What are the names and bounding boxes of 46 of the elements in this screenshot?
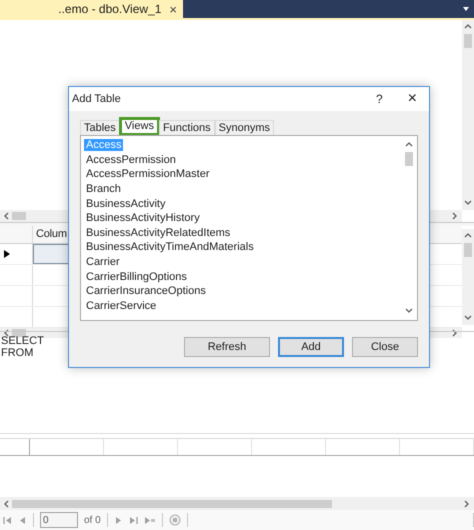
tab[interactable]: Synonyms xyxy=(214,120,274,135)
last-record-icon[interactable] xyxy=(128,516,138,525)
dialog-button[interactable]: Add xyxy=(278,337,344,357)
row-pointer-icon xyxy=(4,250,10,258)
tab[interactable]: Functions xyxy=(158,120,215,135)
list-item[interactable]: BusinessActivityRelatedItems xyxy=(84,226,232,239)
previous-record-icon[interactable] xyxy=(18,516,27,525)
list-item[interactable]: CarrierBillingOptions xyxy=(84,270,189,283)
list-item[interactable]: BusinessActivity xyxy=(84,198,168,210)
scrollbar-thumb[interactable] xyxy=(12,212,26,220)
dialog-button[interactable]: Close xyxy=(352,337,418,357)
sql-text[interactable]: SELECT xyxy=(1,334,44,346)
record-count: of 0 xyxy=(84,514,101,526)
sql-text[interactable]: FROM xyxy=(1,346,34,358)
tab[interactable]: Tables xyxy=(80,120,120,135)
scrollbar-thumb[interactable] xyxy=(405,152,413,166)
list-item[interactable]: BusinessActivityHistory xyxy=(84,212,202,224)
horizontal-scrollbar[interactable] xyxy=(0,497,474,510)
list-item[interactable]: Branch xyxy=(84,183,123,196)
dialog-title: Add Table xyxy=(72,93,122,105)
scroll-down-icon[interactable] xyxy=(463,198,473,208)
tab[interactable]: Views xyxy=(120,118,159,135)
dropdown-icon[interactable] xyxy=(462,6,470,12)
list-item[interactable]: CarrierService xyxy=(84,300,158,312)
list-item[interactable]: AccessPermission xyxy=(84,154,178,166)
close-icon[interactable]: × xyxy=(169,2,177,16)
close-button[interactable]: × xyxy=(408,90,417,108)
scrollbar-thumb[interactable] xyxy=(464,242,472,256)
list-item[interactable]: CarrierInsuranceOptions xyxy=(84,285,208,298)
stop-icon[interactable] xyxy=(168,514,181,526)
scroll-down-icon[interactable] xyxy=(463,312,473,322)
help-button[interactable]: ? xyxy=(376,92,383,106)
dialog-button[interactable]: Refresh xyxy=(184,337,270,357)
first-record-icon[interactable] xyxy=(3,516,12,525)
scrollbar-thumb[interactable] xyxy=(12,500,332,508)
list-item[interactable]: AccessPermissionMaster xyxy=(84,168,212,180)
list-item[interactable]: BusinessActivityTimeAndMaterials xyxy=(84,241,256,254)
list-item[interactable]: Carrier xyxy=(84,256,122,268)
next-record-icon[interactable] xyxy=(114,516,123,525)
vertical-scrollbar[interactable] xyxy=(462,228,474,324)
document-tab[interactable]: ..emo - dbo.View_1 × xyxy=(0,0,183,18)
scrollbar-thumb[interactable] xyxy=(464,34,472,48)
vertical-scrollbar[interactable] xyxy=(462,20,474,210)
new-record-icon[interactable] xyxy=(144,516,156,525)
record-number-field[interactable]: 0 xyxy=(40,512,78,528)
tab-title: ..emo - dbo.View_1 xyxy=(58,2,162,16)
